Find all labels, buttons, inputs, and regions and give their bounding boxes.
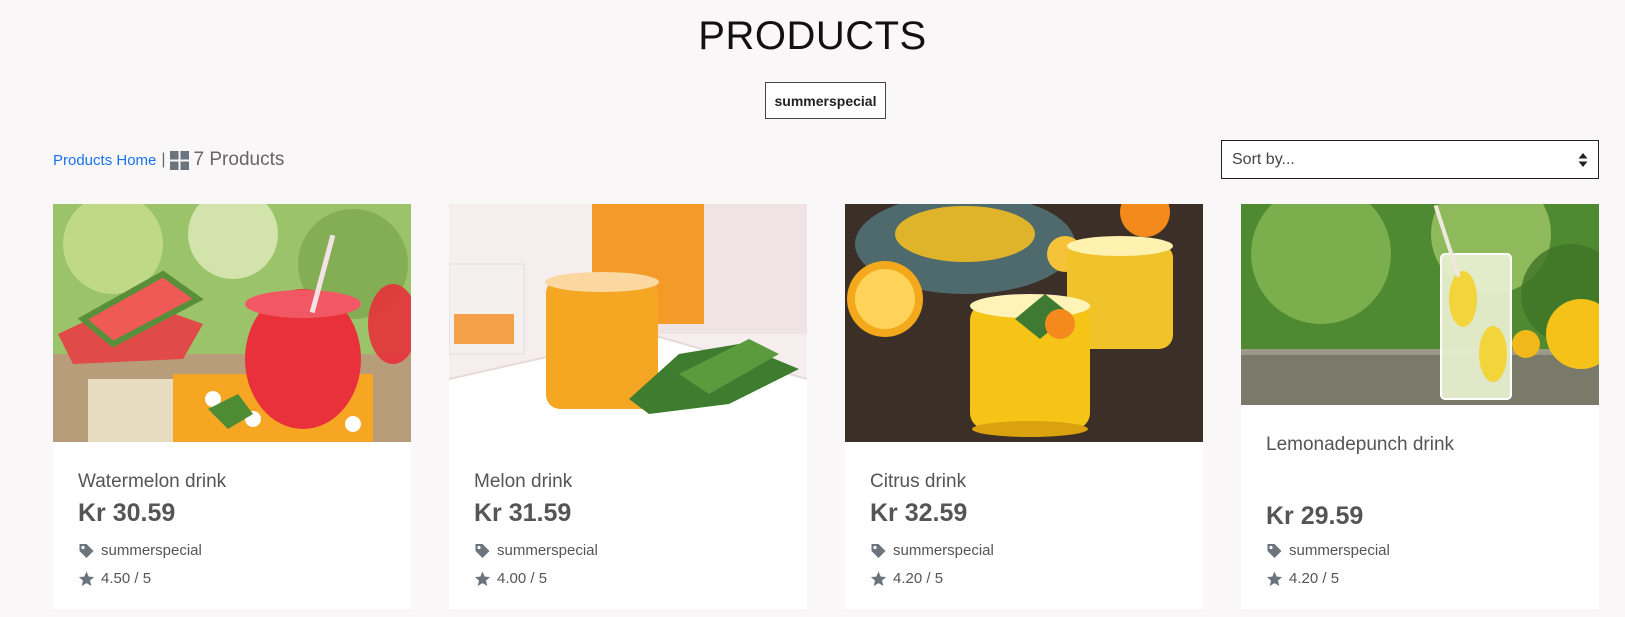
- star-icon: [474, 571, 491, 586]
- product-price: Kr 29.59: [1266, 502, 1364, 530]
- star-icon: [870, 571, 887, 586]
- product-image-citrus-drink[interactable]: [845, 204, 1203, 442]
- product-category-label: summerspecial: [101, 542, 202, 559]
- product-name[interactable]: Citrus drink: [870, 471, 1183, 493]
- tag-icon: [475, 543, 490, 558]
- product-rating: 4.20 / 5: [1266, 570, 1339, 587]
- tag-icon: [871, 543, 886, 558]
- products-toolbar: Products Home | 7 Products: [53, 148, 284, 172]
- product-category[interactable]: summerspecial: [78, 542, 202, 559]
- product-category[interactable]: summerspecial: [870, 542, 994, 559]
- tag-icon: [1267, 543, 1282, 558]
- products-home-link[interactable]: Products Home: [53, 152, 156, 169]
- product-rating: 4.00 / 5: [474, 570, 547, 587]
- product-price: Kr 30.59: [78, 499, 176, 527]
- product-category[interactable]: summerspecial: [474, 542, 598, 559]
- toolbar-separator: |: [161, 151, 166, 168]
- grid-icon: [169, 150, 189, 170]
- product-name[interactable]: Lemonadepunch drink: [1266, 434, 1579, 456]
- sort-select-value: Sort by...: [1232, 150, 1295, 168]
- product-price-block: Kr 29.59: [1266, 502, 1579, 531]
- product-category[interactable]: summerspecial: [1266, 542, 1390, 559]
- page-title: PRODUCTS: [698, 14, 927, 58]
- product-details: Melon drink Kr 31.59: [474, 471, 787, 528]
- product-name[interactable]: Watermelon drink: [78, 471, 391, 493]
- product-card-watermelon[interactable]: Watermelon drink Kr 30.59 summerspecial …: [53, 204, 411, 609]
- product-details: Watermelon drink Kr 30.59: [78, 471, 391, 528]
- product-rating: 4.50 / 5: [78, 570, 151, 587]
- product-details: Lemonadepunch drink: [1266, 434, 1579, 456]
- product-count: 7 Products: [193, 149, 285, 170]
- sort-arrows-icon: [1578, 152, 1588, 167]
- product-image-melon-drink[interactable]: [449, 204, 807, 442]
- product-card-melon[interactable]: Melon drink Kr 31.59 summerspecial 4.00 …: [449, 204, 807, 609]
- product-price: Kr 32.59: [870, 499, 968, 527]
- product-rating-label: 4.00 / 5: [497, 570, 548, 587]
- product-image-lemonadepunch-drink[interactable]: [1241, 204, 1599, 405]
- sort-select[interactable]: Sort by...: [1221, 140, 1599, 179]
- product-name[interactable]: Melon drink: [474, 471, 787, 493]
- product-image-watermelon-drink[interactable]: [53, 204, 411, 442]
- product-rating-label: 4.20 / 5: [1289, 570, 1340, 587]
- product-category-label: summerspecial: [497, 542, 598, 559]
- product-card-lemonadepunch[interactable]: Lemonadepunch drink Kr 29.59 summerspeci…: [1241, 204, 1599, 609]
- product-category-label: summerspecial: [1289, 542, 1390, 559]
- product-rating-label: 4.20 / 5: [893, 570, 944, 587]
- tag-icon: [79, 543, 94, 558]
- category-filter-badge[interactable]: summerspecial: [765, 82, 886, 119]
- product-rating: 4.20 / 5: [870, 570, 943, 587]
- product-card-citrus[interactable]: Citrus drink Kr 32.59 summerspecial 4.20…: [845, 204, 1203, 609]
- product-details: Citrus drink Kr 32.59: [870, 471, 1183, 528]
- star-icon: [78, 571, 95, 586]
- star-icon: [1266, 571, 1283, 586]
- product-category-label: summerspecial: [893, 542, 994, 559]
- product-rating-label: 4.50 / 5: [101, 570, 152, 587]
- product-price: Kr 31.59: [474, 499, 572, 527]
